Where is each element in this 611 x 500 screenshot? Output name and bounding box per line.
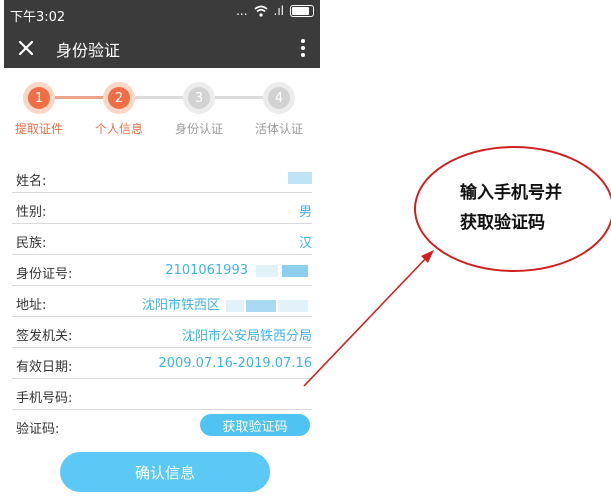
form-row-address: 地址: 沈阳市铁西区 bbox=[12, 286, 312, 317]
step-halo: 2 bbox=[103, 82, 135, 114]
confirm-info-button[interactable]: 确认信息 bbox=[60, 452, 270, 492]
field-label: 验证码: bbox=[16, 422, 60, 437]
field-label: 有效日期: bbox=[16, 360, 73, 375]
step-1: 1 提取证件 bbox=[4, 82, 74, 137]
redacted-block bbox=[246, 299, 276, 312]
step-halo: 4 bbox=[263, 82, 295, 114]
form-row-validity: 有效日期: 2009.07.16-2019.07.16 bbox=[12, 348, 312, 379]
close-icon[interactable] bbox=[14, 36, 38, 60]
step-label: 活体认证 bbox=[254, 122, 303, 136]
title-bar: 身份验证 bbox=[4, 28, 320, 68]
page-title: 身份验证 bbox=[56, 41, 121, 60]
get-verification-code-button[interactable]: 获取验证码 bbox=[200, 414, 310, 436]
status-time: 下午3:02 bbox=[10, 10, 66, 25]
step-label: 个人信息 bbox=[94, 122, 143, 136]
annotation-line-2: 获取验证码 bbox=[460, 213, 545, 233]
redacted-block bbox=[288, 171, 312, 184]
form-row-phone[interactable]: 手机号码: bbox=[12, 379, 312, 410]
redacted-block bbox=[278, 299, 308, 312]
form-row-name: 姓名: bbox=[12, 162, 312, 193]
phone-screen: 下午3:02 ... .ıl 身份验证 1 提取证件 2 个人信息 3 身份认证… bbox=[4, 0, 320, 500]
form-row-verification-code[interactable]: 验证码: 获取验证码 bbox=[12, 410, 312, 440]
status-bar: 下午3:02 ... .ıl bbox=[4, 0, 320, 28]
field-label: 签发机关: bbox=[16, 329, 73, 344]
issuer-value: 沈阳市公安局铁西分局 bbox=[181, 329, 312, 344]
redacted-block bbox=[256, 264, 278, 277]
step-number: 1 bbox=[28, 87, 50, 109]
cell-signal-icon: .ıl bbox=[273, 4, 284, 18]
field-label: 地址: bbox=[16, 298, 47, 313]
more-vertical-icon[interactable] bbox=[296, 36, 310, 60]
wifi-icon bbox=[254, 5, 268, 17]
annotation-text: 输入手机号并 获取验证码 bbox=[460, 178, 562, 238]
redacted-block bbox=[226, 299, 244, 312]
form-row-id-number: 身份证号: 2101061993 bbox=[12, 255, 312, 286]
validity-value: 2009.07.16-2019.07.16 bbox=[158, 356, 312, 371]
form-row-ethnicity: 民族: 汉 bbox=[12, 224, 312, 255]
annotation-callout: 输入手机号并 获取验证码 bbox=[414, 146, 611, 272]
step-label: 提取证件 bbox=[14, 122, 63, 136]
step-4: 4 活体认证 bbox=[244, 82, 314, 137]
redacted-block bbox=[282, 264, 308, 277]
field-label: 性别: bbox=[16, 205, 47, 220]
form-row-issuer: 签发机关: 沈阳市公安局铁西分局 bbox=[12, 317, 312, 348]
step-number: 2 bbox=[108, 87, 130, 109]
step-2: 2 个人信息 bbox=[84, 82, 154, 137]
status-icons: ... .ıl bbox=[236, 4, 314, 18]
step-number: 3 bbox=[188, 87, 210, 109]
field-label: 姓名: bbox=[16, 174, 47, 189]
field-label: 民族: bbox=[16, 236, 47, 251]
signal-dots-icon: ... bbox=[236, 4, 248, 18]
step-label: 身份认证 bbox=[174, 122, 223, 136]
form-row-gender: 性别: 男 bbox=[12, 193, 312, 224]
id-number-value: 2101061993 bbox=[165, 263, 308, 278]
personal-info-form: 姓名: 性别: 男 民族: 汉 身份证号: 2101061993 地址: 沈阳市… bbox=[12, 162, 312, 440]
step-halo: 3 bbox=[183, 82, 215, 114]
field-label: 身份证号: bbox=[16, 267, 73, 282]
step-3: 3 身份认证 bbox=[164, 82, 234, 137]
annotation-line-1: 输入手机号并 bbox=[460, 183, 562, 203]
step-halo: 1 bbox=[23, 82, 55, 114]
gender-value: 男 bbox=[298, 205, 312, 220]
name-value bbox=[288, 170, 312, 185]
field-label: 手机号码: bbox=[16, 391, 73, 406]
ethnicity-value: 汉 bbox=[298, 236, 312, 251]
address-value: 沈阳市铁西区 bbox=[142, 294, 308, 313]
step-progress: 1 提取证件 2 个人信息 3 身份认证 4 活体认证 bbox=[4, 82, 320, 142]
battery-icon bbox=[290, 5, 314, 17]
step-number: 4 bbox=[268, 87, 290, 109]
